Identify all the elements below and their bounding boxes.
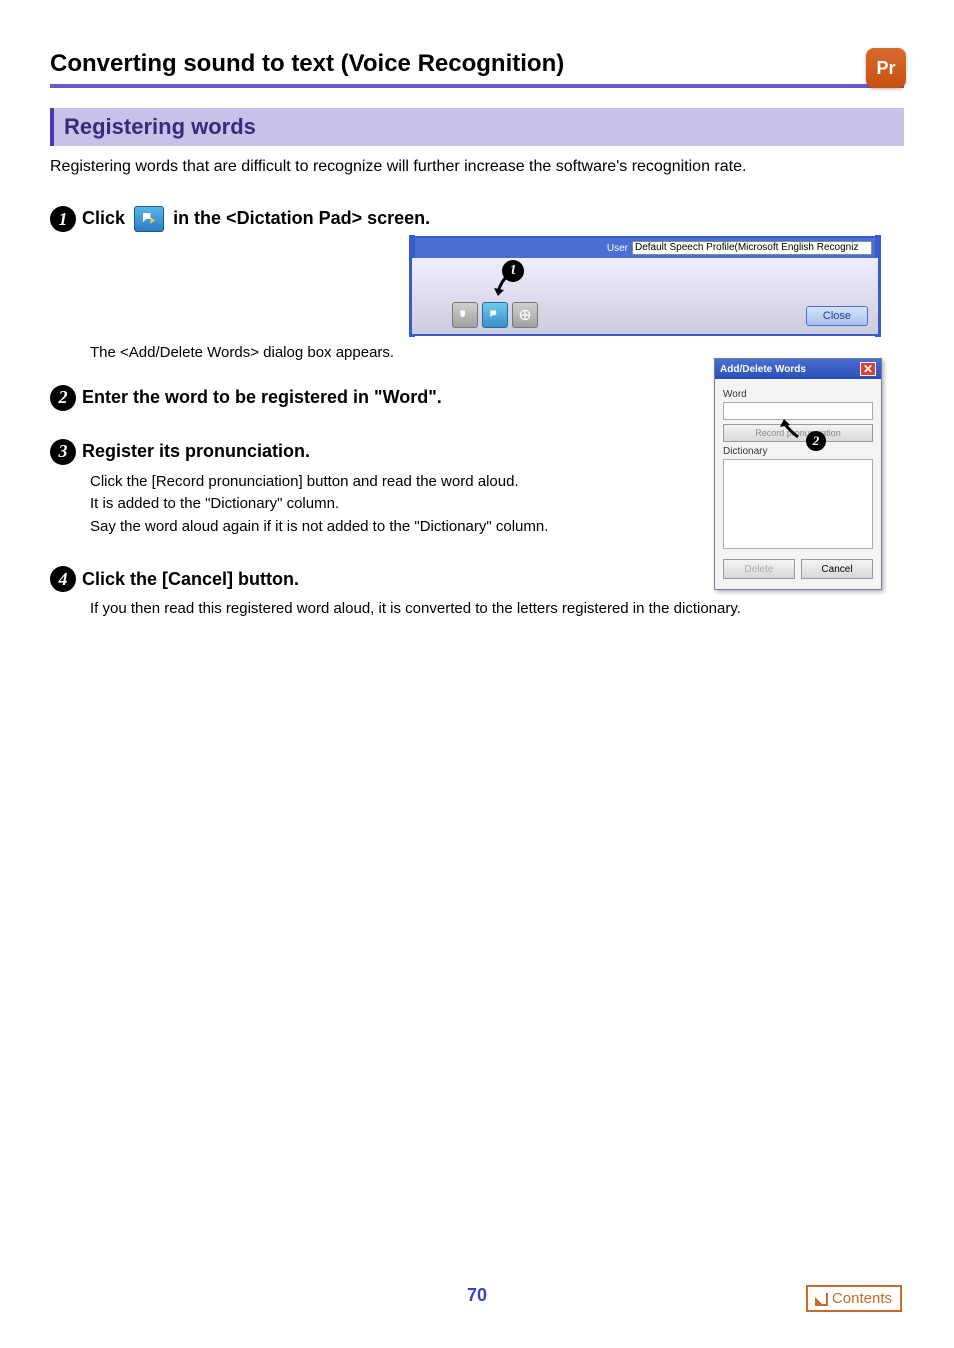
toolbar-button-3[interactable]	[512, 302, 538, 328]
toolbar-button-add-words[interactable]	[482, 302, 508, 328]
step-1-title-before: Click	[82, 208, 125, 228]
step-3-body-line3: Say the word aloud again if it is not ad…	[90, 516, 730, 539]
callout-2: 2	[806, 431, 826, 451]
close-icon[interactable]: ✕	[860, 362, 876, 376]
step-1-body: The <Add/Delete Words> dialog box appear…	[90, 342, 730, 365]
contents-label: Contents	[832, 1290, 892, 1307]
step-1: 1 Click in the <Dictation Pad> screen.	[50, 206, 904, 232]
step-1-title-after: in the <Dictation Pad> screen.	[173, 208, 430, 228]
step-2-title: Enter the word to be registered in "Word…	[82, 387, 442, 408]
step-3-body-line1: Click the [Record pronunciation] button …	[90, 471, 730, 494]
user-profile-select[interactable]: Default Speech Profile(Microsoft English…	[632, 241, 872, 255]
step-4-title: Click the [Cancel] button.	[82, 569, 299, 590]
step-3: 3 Register its pronunciation. Click the …	[50, 439, 904, 539]
step-number-2: 2	[50, 385, 76, 411]
toolbar-button-1[interactable]	[452, 302, 478, 328]
step-4: 4 Click the [Cancel] button. If you then…	[50, 566, 904, 621]
close-button[interactable]: Close	[806, 306, 868, 326]
step-number-1: 1	[50, 206, 76, 232]
dictation-icon	[134, 206, 164, 232]
contents-icon	[814, 1292, 828, 1306]
dictation-pad-screenshot: User Default Speech Profile(Microsoft En…	[410, 236, 880, 336]
contents-button[interactable]: Contents	[806, 1285, 902, 1312]
step-4-body: If you then read this registered word al…	[90, 598, 904, 621]
pr-badge: Pr	[866, 48, 906, 88]
page-title: Converting sound to text (Voice Recognit…	[50, 50, 904, 88]
dialog-title: Add/Delete Words	[720, 364, 806, 375]
step-number-3: 3	[50, 439, 76, 465]
step-1-title: Click in the <Dictation Pad> screen.	[82, 206, 430, 232]
user-label: User	[607, 243, 628, 254]
step-2: 2 Enter the word to be registered in "Wo…	[50, 385, 904, 411]
intro-text: Registering words that are difficult to …	[50, 156, 904, 178]
section-heading: Registering words	[50, 108, 904, 146]
step-3-title: Register its pronunciation.	[82, 441, 310, 462]
step-number-4: 4	[50, 566, 76, 592]
step-3-body-line2: It is added to the "Dictionary" column.	[90, 493, 730, 516]
callout-1-arrow	[492, 268, 522, 298]
